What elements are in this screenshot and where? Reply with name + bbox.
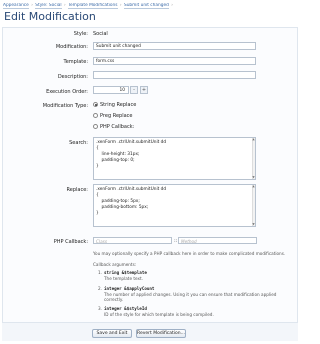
breadcrumb: Appearance › Style: Social › Template Mo… <box>3 3 297 10</box>
decrement-button[interactable]: - <box>130 86 138 94</box>
radio-label: PHP Callback: <box>100 124 135 130</box>
callback-hint: You may optionally specify a PHP callbac… <box>93 251 286 256</box>
description-label: Description: <box>57 74 88 80</box>
breadcrumb-item-style[interactable]: Style: Social <box>35 3 62 9</box>
template-label: Template: <box>63 59 89 65</box>
breadcrumb-item-template-modifications[interactable]: Template Modifications <box>68 3 118 9</box>
arg-description: The template text. <box>104 276 143 281</box>
arg-description: ID of the style for which template is be… <box>104 312 214 317</box>
arg-signature: string &$template <box>104 270 147 275</box>
radio-php-callback[interactable]: PHP Callback: <box>93 124 134 130</box>
scroll-down-arrow-icon[interactable]: ▼ <box>252 176 255 179</box>
radio-label: Preg Replace <box>100 113 133 119</box>
modification-input[interactable]: Submit unit changed <box>93 42 256 50</box>
code-line: } <box>96 211 99 216</box>
description-input[interactable] <box>93 71 256 79</box>
revert-modification-button[interactable]: Revert Modification... <box>136 329 186 338</box>
radio-preg-replace[interactable]: Preg Replace <box>93 113 133 119</box>
radio-label: String Replace <box>100 102 137 108</box>
increment-button[interactable]: + <box>140 86 148 94</box>
callback-separator: :: <box>174 238 178 244</box>
arg-description-continued: correctly. <box>104 297 124 302</box>
style-value: Social <box>93 31 108 37</box>
arg-signature: integer &$applyCount <box>104 286 155 291</box>
page-title: Edit Modification <box>4 10 96 23</box>
search-label: Search: <box>69 140 88 146</box>
arg-number: 1. <box>98 270 102 275</box>
breadcrumb-item-appearance[interactable]: Appearance <box>3 3 29 9</box>
scroll-up-arrow-icon[interactable]: ▲ <box>252 138 255 141</box>
radio-selected-icon[interactable] <box>93 102 98 107</box>
execution-order-label: Execution Order: <box>46 89 88 95</box>
radio-string-replace[interactable]: String Replace <box>93 102 136 108</box>
modification-label: Modification: <box>55 44 88 50</box>
modification-type-label: Modification Type: <box>42 103 88 109</box>
breadcrumb-separator: › <box>31 3 33 8</box>
arg-number: 2. <box>98 286 102 291</box>
callback-method-input[interactable]: Method <box>178 237 257 244</box>
arg-description: The number of applied changes. Using it … <box>104 292 277 297</box>
template-input[interactable]: form.css <box>93 57 256 65</box>
php-callback-label: PHP Callback: <box>53 239 88 245</box>
scroll-up-arrow-icon[interactable]: ▲ <box>252 185 255 188</box>
replace-textarea[interactable]: .xenForm .ctrlUnit.submitUnit dd { paddi… <box>93 184 256 227</box>
save-and-exit-button[interactable]: Save and Exit <box>92 329 132 338</box>
scrollbar[interactable] <box>252 185 255 226</box>
search-textarea[interactable]: .xenForm .ctrlUnit.submitUnit dd { line-… <box>93 137 256 180</box>
replace-label: Replace: <box>66 187 88 193</box>
scroll-down-arrow-icon[interactable]: ▼ <box>252 223 255 226</box>
scrollbar[interactable] <box>252 138 255 179</box>
radio-icon[interactable] <box>93 124 98 129</box>
arg-signature: integer &$styleId <box>104 306 147 311</box>
arg-number: 3. <box>98 306 102 311</box>
callback-class-input[interactable]: Class <box>93 237 172 244</box>
breadcrumb-separator: › <box>119 3 122 8</box>
breadcrumb-separator: › <box>64 3 66 8</box>
callback-args-title: Callback arguments: <box>93 262 137 267</box>
breadcrumb-separator: › <box>171 3 173 8</box>
breadcrumb-item-current[interactable]: Submit unit changed <box>123 3 169 9</box>
style-label: Style: <box>73 31 88 37</box>
code-line: } <box>96 164 99 169</box>
radio-icon[interactable] <box>93 113 98 118</box>
execution-order-input[interactable]: 10 <box>93 86 129 94</box>
